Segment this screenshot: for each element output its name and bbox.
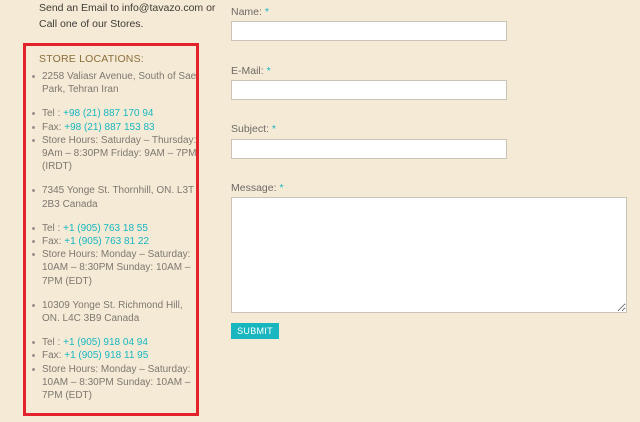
store-address: 2258 Valiasr Avenue, South of Saei Park,… — [42, 71, 199, 96]
store-locations-title: STORE LOCATIONS: — [39, 53, 144, 65]
list-item: Tel : +1 (905) 918 04 94 — [30, 336, 196, 349]
bullet-icon — [32, 240, 35, 244]
name-label-text: Name: — [231, 6, 265, 18]
bullet-icon — [32, 341, 35, 345]
bullet-icon — [32, 253, 35, 257]
name-label: Name: * — [231, 6, 269, 18]
email-label: E-Mail: * — [231, 65, 271, 77]
store-tehran-contact: Tel : +98 (21) 887 170 94 Fax: +98 (21) … — [30, 107, 197, 174]
store-richmond-hill-contact: Tel : +1 (905) 918 04 94 Fax: +1 (905) 9… — [30, 336, 196, 403]
required-mark: * — [279, 182, 284, 194]
required-mark: * — [264, 6, 269, 18]
bullet-icon — [32, 112, 35, 116]
subject-label-text: Subject: — [231, 123, 272, 135]
bullet-icon — [32, 189, 35, 193]
store-thornhill: 7345 Yonge St. Thornhill, ON. L3T 2B3 Ca… — [30, 184, 196, 210]
list-item: Store Hours: Saturday – Thursday: 9Am – … — [30, 134, 197, 174]
store-hours: Store Hours: Saturday – Thursday: 9Am – … — [42, 134, 197, 173]
list-item: 10309 Yonge St. Richmond Hill, ON. L4C 3… — [30, 299, 196, 325]
bullet-icon — [32, 303, 35, 307]
store-hours: Store Hours: Monday – Saturday: 10AM – 8… — [42, 249, 191, 287]
bullet-icon — [32, 226, 35, 230]
fax-link[interactable]: +1 (905) 763 81 22 — [64, 236, 149, 247]
list-item: Store Hours: Monday – Saturday: 10AM – 8… — [30, 363, 196, 403]
bullet-icon — [32, 367, 35, 371]
store-hours: Store Hours: Monday – Saturday: 10AM – 8… — [42, 363, 191, 402]
fax-link[interactable]: +1 (905) 918 11 95 — [64, 350, 148, 361]
email-input[interactable] — [231, 80, 507, 100]
message-textarea[interactable] — [231, 197, 627, 313]
tel-link[interactable]: +1 (905) 763 18 55 — [63, 223, 148, 234]
tel-link[interactable]: +1 (905) 918 04 94 — [63, 337, 148, 348]
bullet-icon — [32, 354, 35, 358]
submit-button[interactable]: SUBMIT — [231, 323, 279, 339]
tel-label: Tel : — [42, 222, 64, 234]
store-locations-list: 2258 Valiasr Avenue, South of Saei Park,… — [30, 70, 199, 413]
list-item: Tel : +98 (21) 887 170 94 — [30, 107, 196, 120]
required-mark: * — [266, 65, 271, 77]
bullet-icon — [32, 125, 35, 129]
tel-link[interactable]: +98 (21) 887 170 94 — [63, 108, 153, 119]
name-input[interactable] — [231, 21, 507, 41]
list-item: 7345 Yonge St. Thornhill, ON. L3T 2B3 Ca… — [30, 184, 196, 210]
list-item: Fax: +1 (905) 918 11 95 — [30, 349, 196, 362]
bullet-icon — [32, 138, 35, 142]
message-label: Message: * — [231, 182, 284, 194]
list-item: Store Hours: Monday – Saturday: 10AM – 8… — [30, 248, 196, 288]
store-tehran: 2258 Valiasr Avenue, South of Saei Park,… — [30, 70, 199, 96]
bullet-icon — [32, 75, 35, 78]
tel-label: Tel : — [42, 337, 64, 349]
store-locations-panel: STORE LOCATIONS: 2258 Valiasr Avenue, So… — [23, 43, 199, 416]
store-richmond-hill: 10309 Yonge St. Richmond Hill, ON. L4C 3… — [30, 299, 196, 325]
contact-intro: Send an Email to info@tavazo.com or Call… — [39, 0, 219, 32]
intro-line-stores: Call one of our Stores. — [39, 18, 144, 30]
email-label-text: E-Mail: — [231, 65, 267, 77]
fax-label: Fax: — [42, 236, 65, 248]
fax-link[interactable]: +98 (21) 887 153 83 — [64, 122, 154, 133]
store-address: 7345 Yonge St. Thornhill, ON. L3T 2B3 Ca… — [42, 185, 194, 210]
fax-label: Fax: — [42, 121, 65, 133]
list-item: 2258 Valiasr Avenue, South of Saei Park,… — [30, 70, 199, 96]
store-thornhill-contact: Tel : +1 (905) 763 18 55 Fax: +1 (905) 7… — [30, 222, 196, 288]
message-label-text: Message: — [231, 182, 280, 194]
subject-input[interactable] — [231, 139, 507, 159]
store-address: 10309 Yonge St. Richmond Hill, ON. L4C 3… — [42, 299, 183, 325]
subject-label: Subject: * — [231, 123, 276, 135]
list-item: Tel : +1 (905) 763 18 55 — [30, 222, 196, 235]
list-item: Fax: +98 (21) 887 153 83 — [30, 121, 196, 134]
intro-line-email: Send an Email to info@tavazo.com or — [39, 2, 216, 14]
fax-label: Fax: — [42, 350, 65, 362]
tel-label: Tel : — [42, 108, 64, 120]
required-mark: * — [271, 123, 276, 135]
list-item: Fax: +1 (905) 763 81 22 — [30, 235, 196, 248]
